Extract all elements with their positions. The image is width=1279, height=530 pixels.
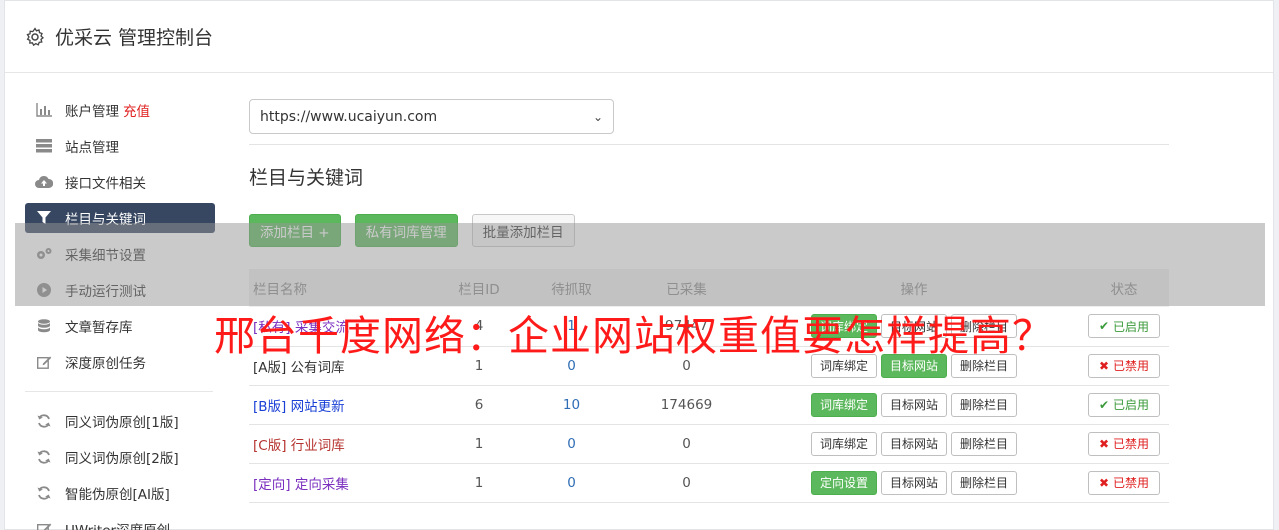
sidebar-item-label: 文章暂存库: [65, 320, 133, 336]
target-site-button[interactable]: 目标网站: [880, 431, 947, 456]
sidebar-item-label: 站点管理: [65, 140, 119, 156]
sidebar-item-label: UWriter深度原创: [65, 519, 170, 530]
bind-button[interactable]: 定向设置: [810, 470, 877, 495]
actions-cell: 词库绑定 目标网站 删除栏目: [749, 385, 1079, 425]
sidebar-item-label: 同义词伪原创[2版]: [65, 451, 179, 467]
sidebar-item-deep-original[interactable]: 深度原创任务: [25, 347, 215, 377]
site-select[interactable]: https://www.ucaiyun.com ⌄: [249, 99, 614, 134]
banner-overlay: [15, 223, 1265, 306]
status-label: 已禁用: [1113, 437, 1150, 451]
sidebar-item-label: 同义词伪原创[1版]: [65, 415, 179, 431]
status-cell: ✔ 已启用: [1079, 307, 1169, 347]
sidebar-divider: [25, 391, 213, 392]
delete-column-button[interactable]: 删除栏目: [951, 470, 1018, 495]
sidebar-item-interface[interactable]: 接口文件相关: [25, 167, 215, 197]
sidebar-item-synonym-v2[interactable]: 同义词伪原创[2版]: [25, 442, 215, 472]
edit-icon: [35, 355, 53, 369]
status-badge[interactable]: ✔ 已启用: [1087, 392, 1161, 417]
target-site-button[interactable]: 目标网站: [880, 470, 947, 495]
column-id: 6: [439, 385, 519, 425]
pending-count[interactable]: 10: [519, 385, 624, 425]
sidebar-item-smart-ai[interactable]: 智能伪原创[AI版]: [25, 478, 215, 508]
sidebar-item-uwriter[interactable]: UWriter深度原创: [25, 514, 215, 530]
check-icon: ✔: [1098, 397, 1110, 412]
delete-column-button[interactable]: 删除栏目: [951, 392, 1018, 417]
bind-button[interactable]: 词库绑定: [810, 392, 877, 417]
check-icon: ✔: [1098, 319, 1110, 334]
edit-icon: [35, 522, 53, 530]
sidebar: 账户管理 充值 站点管理 接口文件相关 栏目与关键词 采集细节设置: [25, 95, 215, 530]
bar-chart-icon: [35, 103, 53, 117]
bind-button[interactable]: 词库绑定: [810, 431, 877, 456]
refresh-icon: [35, 486, 53, 500]
header: 优采云 管理控制台: [5, 1, 1273, 73]
delete-column-button[interactable]: 删除栏目: [951, 431, 1018, 456]
sidebar-item-account[interactable]: 账户管理 充值: [25, 95, 215, 125]
close-icon: ✖: [1098, 475, 1110, 490]
status-badge[interactable]: ✔ 已启用: [1087, 314, 1161, 339]
pending-count[interactable]: 0: [519, 463, 624, 503]
site-select-value: https://www.ucaiyun.com: [260, 108, 438, 125]
recharge-link[interactable]: 充值: [123, 100, 150, 120]
collected-count: 0: [624, 463, 749, 503]
database-icon: [35, 318, 53, 333]
page-title: 栏目与关键词: [249, 167, 364, 189]
sidebar-item-sites[interactable]: 站点管理: [25, 131, 215, 161]
table-row: [B版] 网站更新 6 10 174669 词库绑定 目标网站 删除栏目 ✔ 已启用: [249, 385, 1169, 425]
sidebar-item-synonym-v1[interactable]: 同义词伪原创[1版]: [25, 406, 215, 436]
sidebar-item-label: 智能伪原创[AI版]: [65, 487, 170, 503]
gear-icon: [26, 26, 45, 46]
status-cell: ✖ 已禁用: [1079, 424, 1169, 464]
status-label: 已禁用: [1113, 476, 1150, 490]
status-label: 已启用: [1113, 398, 1150, 412]
column-name-link[interactable]: [定向] 定向采集: [249, 463, 439, 503]
sidebar-item-label: 账户管理: [65, 104, 119, 120]
column-id: 1: [439, 463, 519, 503]
table-row: [定向] 定向采集 1 0 0 定向设置 目标网站 删除栏目 ✖ 已禁用: [249, 463, 1169, 503]
actions-cell: 定向设置 目标网站 删除栏目: [749, 463, 1079, 503]
sidebar-item-article-store[interactable]: 文章暂存库: [25, 311, 215, 341]
status-badge[interactable]: ✖ 已禁用: [1087, 470, 1161, 495]
pending-count[interactable]: 0: [519, 424, 624, 464]
sidebar-item-label: 深度原创任务: [65, 356, 146, 372]
chevron-down-icon: ⌄: [592, 109, 603, 124]
refresh-icon: [35, 450, 53, 464]
collected-count: 174669: [624, 385, 749, 425]
status-label: 已启用: [1113, 319, 1150, 334]
actions-cell: 词库绑定 目标网站 删除栏目: [749, 424, 1079, 464]
sidebar-item-label: 接口文件相关: [65, 176, 146, 192]
target-site-button[interactable]: 目标网站: [880, 392, 947, 417]
column-name-link[interactable]: [B版] 网站更新: [249, 385, 439, 425]
status-label: 已禁用: [1113, 359, 1150, 373]
column-name-link[interactable]: [C版] 行业词库: [249, 424, 439, 464]
refresh-icon: [35, 414, 53, 428]
collected-count: 0: [624, 424, 749, 464]
section-divider: [249, 144, 1169, 145]
close-icon: ✖: [1098, 436, 1110, 451]
status-cell: ✔ 已启用: [1079, 385, 1169, 425]
server-icon: [35, 139, 53, 153]
app-title: 优采云 管理控制台: [55, 27, 214, 49]
status-cell: ✖ 已禁用: [1079, 463, 1169, 503]
status-badge[interactable]: ✖ 已禁用: [1087, 431, 1161, 456]
cloud-upload-icon: [35, 175, 53, 189]
close-icon: ✖: [1098, 358, 1110, 373]
overlay-headline: 邢台千度网络：企业网站权重值要怎样提高？: [214, 312, 1054, 360]
table-row: [C版] 行业词库 1 0 0 词库绑定 目标网站 删除栏目 ✖ 已禁用: [249, 424, 1169, 464]
status-badge[interactable]: ✖ 已禁用: [1087, 353, 1161, 378]
column-id: 1: [439, 424, 519, 464]
status-cell: ✖ 已禁用: [1079, 346, 1169, 386]
